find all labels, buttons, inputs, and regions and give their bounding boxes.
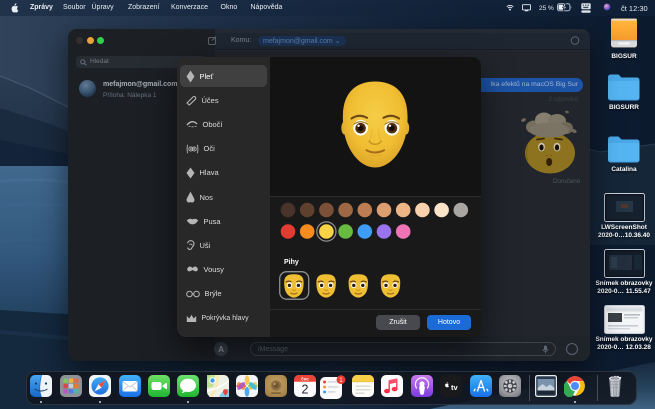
svg-text:1: 1 [339, 377, 343, 384]
svg-text:čvc: čvc [301, 376, 309, 381]
svg-text:tv: tv [451, 383, 458, 392]
svg-text:2: 2 [302, 383, 309, 397]
